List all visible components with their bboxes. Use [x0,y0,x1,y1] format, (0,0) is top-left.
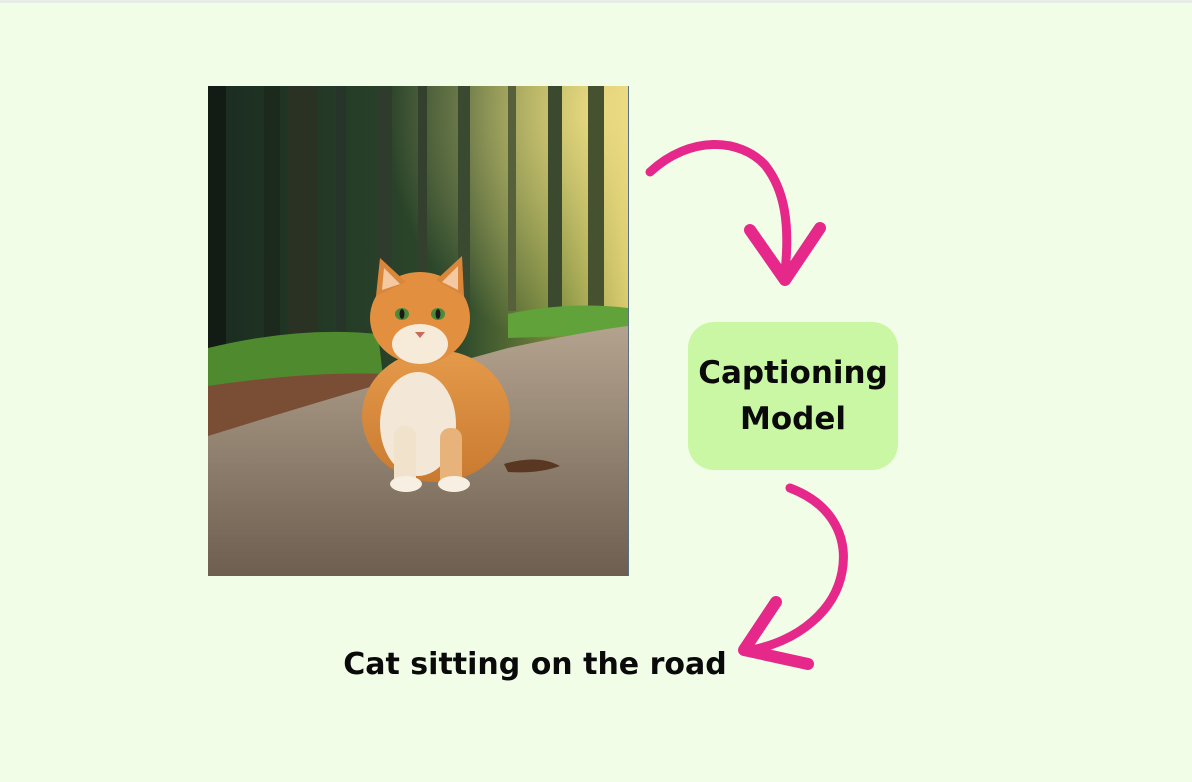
output-caption: Cat sitting on the road [343,647,727,682]
captioning-model-label: Captioning Model [698,355,888,437]
captioning-model-box: Captioning Model [688,322,898,470]
